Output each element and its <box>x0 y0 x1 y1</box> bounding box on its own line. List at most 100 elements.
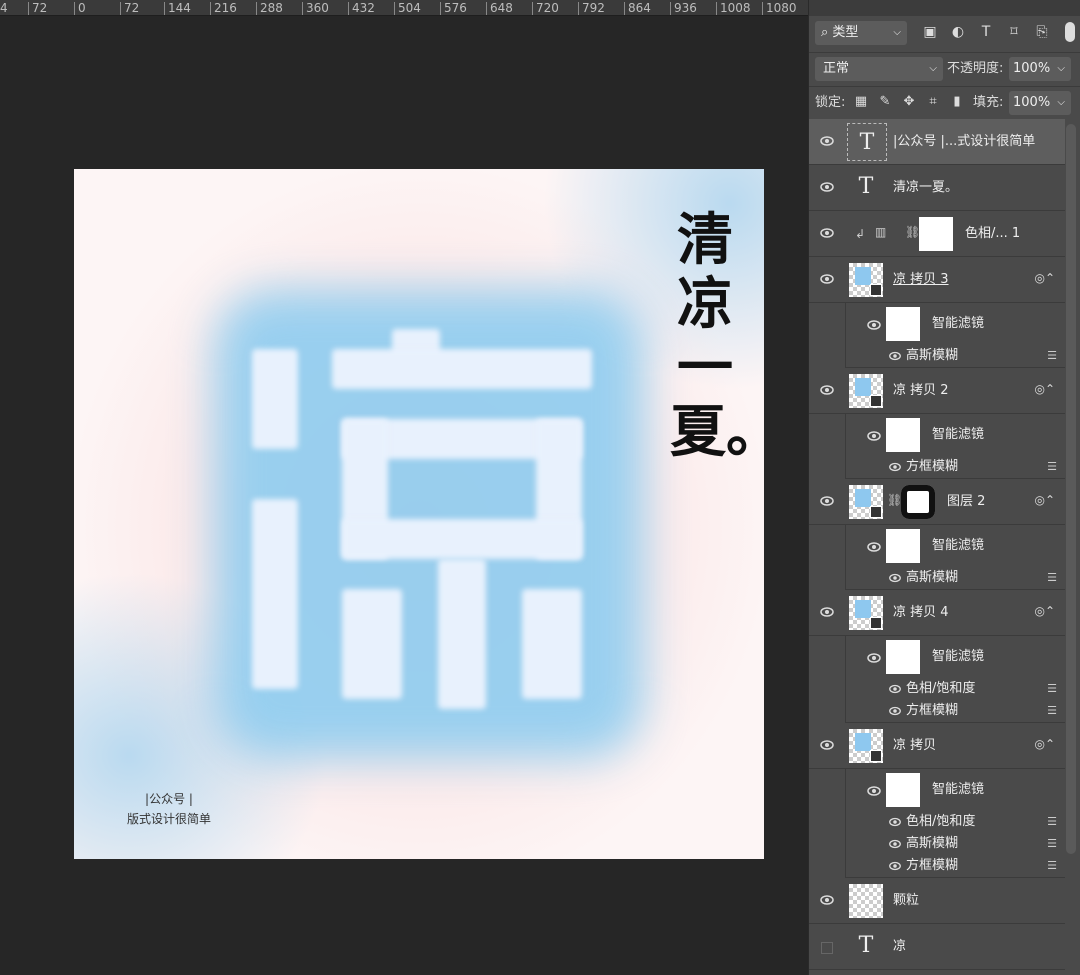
canvas-workspace[interactable]: 清凉一夏。 |公众号 | 版式设计很简单 <box>0 17 808 975</box>
smart-filters-row[interactable]: 智能滤镜 <box>810 636 1065 678</box>
layer-row[interactable]: 颗粒 <box>809 878 1065 924</box>
chain-link-icon[interactable]: ⛓ <box>905 225 920 239</box>
eye-icon[interactable] <box>888 460 902 478</box>
filter-mask-thumbnail[interactable] <box>886 773 920 807</box>
smart-filter-badge-icon[interactable]: ◎⌃ <box>1034 271 1055 285</box>
layer-name[interactable]: 凉 <box>893 924 906 970</box>
smart-filter-badge-icon[interactable]: ◎⌃ <box>1034 604 1055 618</box>
layer-name[interactable]: 凉 拷贝 3 <box>893 257 949 303</box>
smart-filter-badge-icon[interactable]: ◎⌃ <box>1034 382 1055 396</box>
layer-thumbnail[interactable] <box>849 485 883 519</box>
layers-scrollbar[interactable] <box>1066 124 1076 854</box>
fill-field[interactable]: 100% ⌵ <box>1009 91 1071 115</box>
eye-icon[interactable] <box>819 382 835 398</box>
eye-icon[interactable] <box>819 225 835 241</box>
filter-row[interactable]: 方框模糊 ☰ <box>810 855 1065 877</box>
layer-row[interactable]: 凉 拷贝 4 ◎⌃ <box>809 590 1065 636</box>
layer-name[interactable]: 颗粒 <box>893 878 919 924</box>
eye-icon[interactable] <box>819 271 835 287</box>
eye-icon[interactable] <box>866 428 882 448</box>
filter-mask-thumbnail[interactable] <box>886 640 920 674</box>
layer-name[interactable]: |公众号 |...式设计很简单 <box>893 119 1035 165</box>
layer-thumbnail[interactable] <box>849 263 883 297</box>
layer-row[interactable]: 凉 拷贝 3 ◎⌃ <box>809 257 1065 303</box>
layer-thumbnail[interactable] <box>849 374 883 408</box>
smart-filter-badge-icon[interactable]: ◎⌃ <box>1034 737 1055 751</box>
eye-icon[interactable] <box>888 571 902 589</box>
filter-options-icon[interactable]: ☰ <box>1047 682 1057 695</box>
smart-filters-row[interactable]: 智能滤镜 <box>810 414 1065 456</box>
blend-mode-select[interactable]: 正常 ⌵ <box>815 57 943 81</box>
eye-icon[interactable] <box>866 650 882 670</box>
filter-options-icon[interactable]: ☰ <box>1047 460 1057 473</box>
adjustment-filter-icon[interactable]: ◐ <box>949 22 967 42</box>
layer-name[interactable]: 图层 2 <box>947 479 985 525</box>
layer-mask-thumbnail[interactable] <box>919 217 953 251</box>
horizontal-ruler[interactable]: 4 72 0 72 144 216 288 360 432 504 576 64… <box>0 0 808 16</box>
eye-icon[interactable] <box>888 682 902 700</box>
chain-link-icon[interactable]: ⛓ <box>887 493 902 507</box>
layer-row[interactable]: 凉 拷贝 ◎⌃ <box>809 723 1065 769</box>
filter-kind-select[interactable]: ⌕ 类型 ⌵ <box>815 21 907 45</box>
eye-icon[interactable] <box>888 837 902 855</box>
smart-filters-row[interactable]: 智能滤镜 <box>810 525 1065 567</box>
image-filter-icon[interactable]: ▣ <box>921 22 939 42</box>
eye-icon[interactable] <box>819 604 835 620</box>
filter-toggle[interactable] <box>1065 22 1075 42</box>
eye-icon[interactable] <box>819 892 835 908</box>
filter-mask-thumbnail[interactable] <box>886 418 920 452</box>
filter-mask-thumbnail[interactable] <box>886 529 920 563</box>
filter-options-icon[interactable]: ☰ <box>1047 571 1057 584</box>
lock-artboard-icon[interactable]: ⌗ <box>925 91 941 113</box>
shape-filter-icon[interactable]: ⌑ <box>1005 22 1023 42</box>
lock-all-icon[interactable]: ▮ <box>949 91 965 113</box>
filter-mask-thumbnail[interactable] <box>886 307 920 341</box>
eye-icon[interactable] <box>866 317 882 337</box>
layer-name[interactable]: 凉 拷贝 <box>893 723 936 769</box>
layer-row[interactable]: ⛓ 图层 2 ◎⌃ <box>809 479 1065 525</box>
layer-thumbnail[interactable] <box>849 884 883 918</box>
eye-icon[interactable] <box>888 815 902 833</box>
layer-row[interactable]: T |公众号 |...式设计很简单 <box>809 119 1065 165</box>
layer-row[interactable]: 凉 拷贝 2 ◎⌃ <box>809 368 1065 414</box>
smart-filters-row[interactable]: 智能滤镜 <box>810 769 1065 811</box>
filter-row[interactable]: 方框模糊 ☰ <box>810 700 1065 722</box>
artboard[interactable]: 清凉一夏。 |公众号 | 版式设计很简单 <box>74 169 764 859</box>
smart-filter-badge-icon[interactable]: ◎⌃ <box>1034 493 1055 507</box>
layer-thumbnail[interactable] <box>849 729 883 763</box>
layer-name[interactable]: 色相/... 1 <box>965 211 1020 257</box>
filter-options-icon[interactable]: ☰ <box>1047 837 1057 850</box>
filter-options-icon[interactable]: ☰ <box>1047 815 1057 828</box>
opacity-field[interactable]: 100% ⌵ <box>1009 57 1071 81</box>
layer-mask-thumbnail[interactable] <box>901 485 935 519</box>
filter-row[interactable]: 高斯模糊 ☰ <box>810 567 1065 589</box>
filter-options-icon[interactable]: ☰ <box>1047 859 1057 872</box>
layer-name[interactable]: 凉 拷贝 4 <box>893 590 949 636</box>
filter-row[interactable]: 高斯模糊 ☰ <box>810 833 1065 855</box>
eye-icon[interactable] <box>819 179 835 195</box>
filter-row[interactable]: 方框模糊 ☰ <box>810 456 1065 478</box>
eye-icon[interactable] <box>819 737 835 753</box>
layer-name[interactable]: 清凉一夏。 <box>893 165 958 211</box>
eye-icon[interactable] <box>888 859 902 877</box>
layer-row[interactable]: T 清凉一夏。 <box>809 165 1065 211</box>
lock-position-icon[interactable]: ✥ <box>901 91 917 113</box>
smart-filters-row[interactable]: 智能滤镜 <box>810 303 1065 345</box>
smart-object-filter-icon[interactable]: ⎘ <box>1033 22 1051 42</box>
layer-thumbnail[interactable] <box>849 596 883 630</box>
layer-row[interactable]: T 凉 <box>809 924 1065 970</box>
eye-icon[interactable] <box>819 133 835 149</box>
visibility-toggle-off[interactable] <box>821 942 833 954</box>
filter-options-icon[interactable]: ☰ <box>1047 349 1057 362</box>
filter-row[interactable]: 高斯模糊 ☰ <box>810 345 1065 367</box>
filter-row[interactable]: 色相/饱和度 ☰ <box>810 811 1065 833</box>
eye-icon[interactable] <box>888 349 902 367</box>
layer-name[interactable]: 凉 拷贝 2 <box>893 368 949 414</box>
layer-row[interactable]: ↲ ▥ ⛓ 色相/... 1 <box>809 211 1065 257</box>
lock-transparent-icon[interactable]: ▦ <box>853 91 869 113</box>
eye-icon[interactable] <box>866 783 882 803</box>
type-filter-icon[interactable]: T <box>977 22 995 42</box>
eye-icon[interactable] <box>866 539 882 559</box>
filter-row[interactable]: 色相/饱和度 ☰ <box>810 678 1065 700</box>
eye-icon[interactable] <box>819 493 835 509</box>
